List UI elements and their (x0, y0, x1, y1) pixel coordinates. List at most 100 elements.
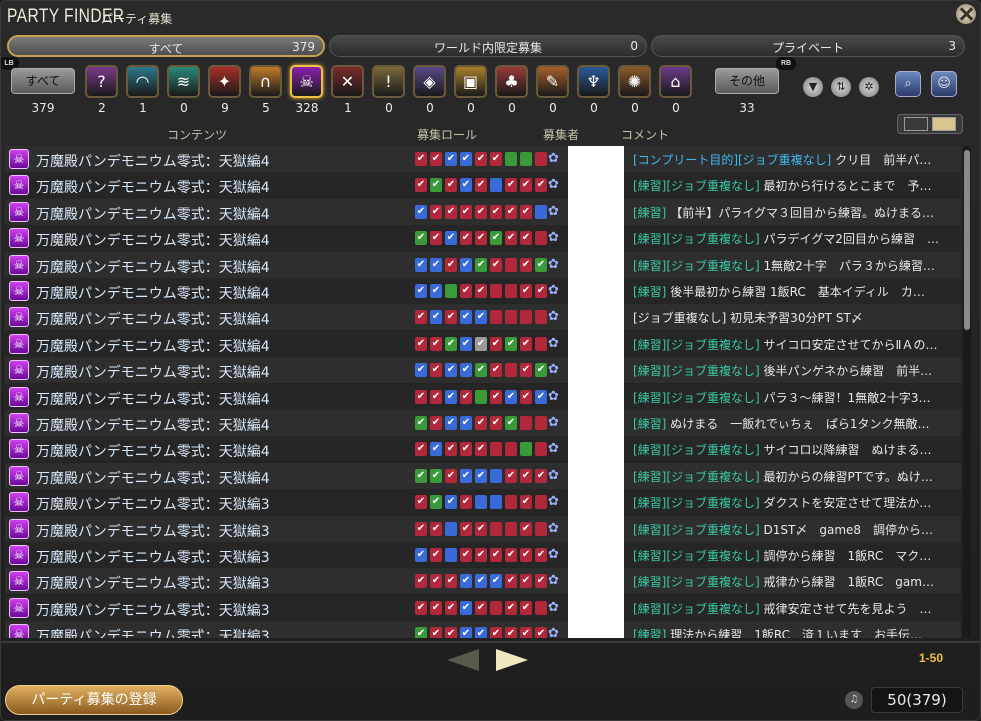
recruiter-job-icon: ✿ (548, 203, 559, 219)
category-other-button[interactable]: その他 (715, 68, 779, 94)
category-trial-button[interactable]: ✦ 9 (206, 63, 244, 117)
comment-tag: [練習] (633, 417, 667, 431)
sort-icon[interactable]: ⇅ (831, 77, 851, 97)
category-pvp-button[interactable]: ✕ 1 (329, 63, 367, 117)
next-page-icon[interactable] (496, 649, 528, 671)
filled-role-slot-icon: ✔ (460, 521, 472, 536)
listing-comment: [練習] 【前半】パライグマ３回目から練習。ぬけまる… (633, 204, 959, 221)
filled-role-slot-icon: ✔ (520, 204, 532, 219)
column-roles[interactable]: 募集ロール (417, 126, 477, 143)
category-fates-button[interactable]: ◈ 0 (411, 63, 449, 117)
category-v-and-c-dungeon-button[interactable]: ⌂ 0 (657, 63, 695, 117)
filled-role-slot-icon: ✔ (445, 178, 457, 193)
column-recruiter[interactable]: 募集者 (543, 126, 579, 143)
recruiter-job-icon: ✿ (548, 283, 559, 298)
table-row[interactable]: ☠ 万魔殿パンデモニウム零式：天獄編4 ✔ ✔ ✔ ✔ ✔ ✿ [ジョブ重複なし] 初見未予習3… (5, 304, 961, 331)
high-end-raid-icon: ☠ (9, 545, 29, 565)
table-row[interactable]: ☠ 万魔殿パンデモニウム零式：天獄編3 ✔ ✔ ✔ ✔ ✔ ✿ [練習][ジョブ重複なし] ダク… (5, 489, 961, 516)
filled-role-slot-icon: ✔ (505, 548, 517, 562)
close-icon[interactable] (956, 4, 976, 24)
table-row[interactable]: ☠ 万魔殿パンデモニウム零式：天獄編4 ✔ ✔ ✔ ✔ ✔ ✔ ✔ ✔ ✿ [練習][ジョブ重複なし]… (5, 357, 961, 384)
filled-role-slot-icon: ✔ (415, 468, 427, 483)
filled-role-slot-icon: ✔ (445, 152, 457, 166)
table-row[interactable]: ☠ 万魔殿パンデモニウム零式：天獄編4 ✔ ✔ ✔ ✔ ✔ ✔ ✿ [練習] 後半最初から練習 1… (5, 278, 961, 304)
filled-role-slot-icon: ✔ (490, 204, 502, 219)
category-dungeon-button[interactable]: ◠ 1 (124, 63, 162, 117)
duty-name: 万魔殿パンデモニウム零式：天獄編4 (36, 312, 270, 329)
filled-role-slot-icon: ✔ (430, 548, 442, 562)
table-row[interactable]: ☠ 万魔殿パンデモニウム零式：天獄編4 ✔ ✔ ✔ ✔ ✔ ✔ ✿ [コンプリート目的][ジョブ重… (5, 146, 961, 172)
view-mode-toggle[interactable] (897, 114, 963, 134)
category-all-button[interactable]: すべて (11, 68, 75, 94)
party-icon[interactable]: ☺ (931, 71, 957, 97)
filled-role-slot-icon: ✔ (460, 495, 472, 510)
register-party-button[interactable]: パーティ募集の登録 (5, 685, 183, 715)
table-row[interactable]: ☠ 万魔殿パンデモニウム零式：天獄編4 ✔ ✔ ✔ ✔ ✔ ✔ ✔ ✔ ✿ [練習][ジョブ重複なし]… (5, 172, 961, 199)
table-row[interactable]: ☠ 万魔殿パンデモニウム零式：天獄編4 ✔ ✔ ✔ ✔ ✔ ✿ [練習][ジョブ重複なし] サイ… (5, 436, 961, 463)
table-row[interactable]: ☠ 万魔殿パンデモニウム零式：天獄編3 ✔ ✔ ✔ ✔ ✔ ✔ ✔ ✔ ✔ ✿ [練習] 理法から練習 … (5, 621, 961, 638)
table-row[interactable]: ☠ 万魔殿パンデモニウム零式：天獄編4 ✔ ✔ ✔ ✔ ✔ ✔ ✔ ✿ [練習] ぬけまる 一飯れで… (5, 410, 961, 436)
category-other-count: 33 (739, 101, 755, 115)
table-row[interactable]: ☠ 万魔殿パンデモニウム零式：天獄編4 ✔ ✔ ✔ ✔ ✔ ✔ ✔ ✔ ✿ [練習][ジョブ重複なし]… (5, 225, 961, 252)
filled-role-slot-icon: ✔ (415, 257, 427, 272)
duty-name: 万魔殿パンデモニウム零式：天獄編4 (36, 444, 270, 461)
open-role-slot (505, 310, 517, 325)
table-row[interactable]: ☠ 万魔殿パンデモニウム零式：天獄編3 ✔ ✔ ✔ ✔ ✔ ✔ ✔ ✿ [練習][ジョブ重複なし] … (5, 594, 961, 621)
filled-role-slot-icon: ✔ (430, 231, 442, 246)
table-row[interactable]: ☠ 万魔殿パンデモニウム零式：天獄編4 ✔ ✔ ✔ ✔ ✔ ✔ ✔ ✔ ✿ [練習][ジョブ重複なし]… (5, 251, 961, 278)
table-row[interactable]: ☠ 万魔殿パンデモニウム零式：天獄編4 ✔ ✔ ✔ ✔ ✔ ✔ ✔ ✔ ✿ [練習] 【前半】パライグ… (5, 198, 961, 225)
category-raid-button[interactable]: ∩ 5 (247, 63, 285, 117)
filled-role-slot-icon: ✔ (460, 310, 472, 325)
column-comment[interactable]: コメント (621, 126, 669, 143)
prev-page-icon[interactable] (447, 649, 479, 671)
category-question-button[interactable]: ? 2 (83, 63, 121, 117)
category-high-end-raid-button[interactable]: ☠ 328 (288, 63, 326, 117)
table-row[interactable]: ☠ 万魔殿パンデモニウム零式：天獄編3 ✔ ✔ ✔ ✔ ✔ ✔ ✔ ✔ ✔ ✿ [練習][ジョブ重複なし… (5, 568, 961, 595)
filled-role-slot-icon: ✔ (430, 389, 442, 404)
comment-text: 戒律安定させて先を見よう … (759, 601, 932, 616)
category-deep-dungeon-button[interactable]: ♆ 0 (575, 63, 613, 117)
filled-role-slot-icon: ✔ (520, 574, 532, 589)
list-scrollbar[interactable] (963, 146, 971, 638)
tab-private[interactable]: プライベート 3 (651, 35, 965, 57)
comment-tag: [練習][ジョブ重複なし] (633, 549, 760, 563)
table-row[interactable]: ☠ 万魔殿パンデモニウム零式：天獄編3 ✔ ✔ ✔ ✔ ✔ ✔ ✔ ✔ ✿ [練習][ジョブ重複なし]… (5, 542, 961, 568)
tab-all[interactable]: すべて 379 (7, 35, 325, 57)
quest-icon: ! (372, 65, 405, 98)
filled-role-slot-icon: ✔ (490, 389, 502, 404)
high-end-raid-icon: ☠ (9, 360, 29, 381)
scrollbar-thumb[interactable] (964, 150, 970, 330)
filled-role-slot-icon: ✔ (445, 231, 457, 246)
filled-role-slot-icon: ✔ (460, 627, 472, 638)
tab-world-only[interactable]: ワールド内限定募集 0 (329, 35, 647, 57)
list-view-icon[interactable] (904, 117, 928, 131)
category-field-operation-button[interactable]: ✺ 0 (616, 63, 654, 117)
search-icon[interactable]: ⌕ (895, 71, 921, 97)
tab-bar: すべて 379 ワールド内限定募集 0 プライベート 3 (7, 35, 965, 59)
category-crafting-button[interactable]: ✎ 0 (534, 63, 572, 117)
category-count: 1 (344, 101, 352, 115)
table-row[interactable]: ☠ 万魔殿パンデモニウム零式：天獄編4 ✔ ✔ ✔ ✔ ✔ ✔ ✔ ✔ ✿ [練習][ジョブ重複なし]… (5, 462, 961, 489)
category-filter-bar: すべて 379 ? 2 ◠ 1 ≋ 0 ✦ 9 ∩ 5 ☠ 328 ✕ 1! 0 ◈ 0 ▣ 0 ♣ 0 ✎ 0 ♆ 0 ✺ 0 ⌂ 0… (9, 63, 789, 119)
listing-comment: [練習][ジョブ重複なし] D1ST〆 game8 調停から… (633, 521, 959, 538)
category-gathering-button[interactable]: ♣ 0 (493, 63, 531, 117)
table-row[interactable]: ☠ 万魔殿パンデモニウム零式：天獄編3 ✔ ✔ ✔ ✔ ✔ ✿ [練習][ジョブ重複なし] D1… (5, 515, 961, 542)
comment-tag: [練習] (633, 285, 667, 299)
duty-name: 万魔殿パンデモニウム零式：天獄編3 (36, 550, 270, 566)
category-guildhest-button[interactable]: ≋ 0 (165, 63, 203, 117)
recruiter-job-icon: ✿ (548, 151, 559, 166)
filled-role-slot-icon: ✔ (520, 521, 532, 536)
column-content[interactable]: コンテンツ (167, 126, 227, 143)
table-row[interactable]: ☠ 万魔殿パンデモニウム零式：天獄編4 ✔ ✔ ✔ ✔ ✔ ✔ ✔ ✔ ✿ [練習][ジョブ重複なし]… (5, 330, 961, 357)
tab-private-label: プライベート (771, 41, 844, 55)
detail-view-icon[interactable] (932, 117, 956, 131)
category-treasure-hunt-button[interactable]: ▣ 0 (452, 63, 490, 117)
table-row[interactable]: ☠ 万魔殿パンデモニウム零式：天獄編4 ✔ ✔ ✔ ✔ ✔ ✔ ✔ ✔ ✿ [練習][ジョブ重複なし]… (5, 383, 961, 410)
filter-icon[interactable]: ▼ (803, 77, 823, 97)
settings-icon[interactable]: ✲ (859, 77, 879, 97)
filled-role-slot-icon: ✔ (415, 204, 427, 219)
title-bar[interactable]: PARTY FINDER パーティ募集 (1, 1, 980, 35)
category-quest-button[interactable]: ! 0 (370, 63, 408, 117)
comment-text: 【前半】パライグマ３回目から練習。ぬけまる… (666, 205, 934, 220)
recruiter-job-icon: ✿ (548, 388, 559, 404)
